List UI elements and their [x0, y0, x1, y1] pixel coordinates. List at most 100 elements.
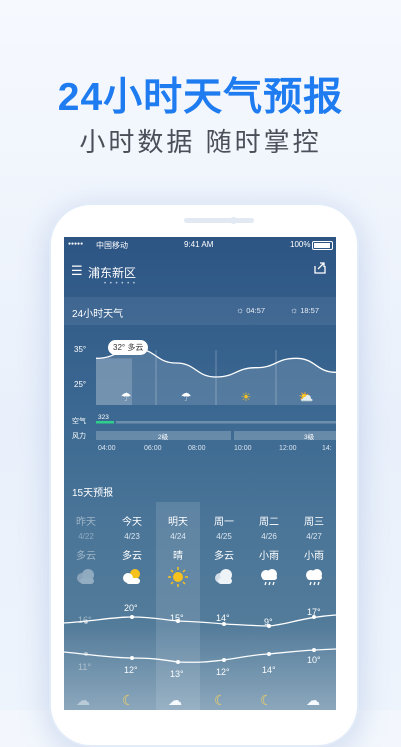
sunrise-icon: ☼: [236, 305, 245, 315]
day-date: 4/27: [306, 532, 322, 541]
hourly-chart-svg: ☂ ☂ ☀ ⛅: [95, 348, 336, 440]
low-temp: 12°: [124, 665, 138, 675]
day-column[interactable]: 今天 4/23 多云: [110, 507, 154, 562]
page-indicator: • • • • • •: [104, 281, 136, 287]
day-date: 4/23: [124, 532, 140, 541]
air-value: 323: [98, 414, 109, 421]
day-date: 4/26: [261, 532, 277, 541]
night-cloudy-icon: ☁: [168, 692, 182, 708]
high-temp: 15°: [170, 613, 184, 623]
carrier-label: 中国移动: [96, 241, 128, 250]
top-nav: ☰ 浦东新区 • • • • • •: [64, 257, 336, 287]
wind-level-2: 3级: [304, 434, 315, 441]
day-column[interactable]: 昨天 4/22 多云: [64, 507, 108, 562]
daily-header: 15天预报: [64, 474, 336, 504]
hourly-header: 24小时天气 ☼ 04:57 ☼ 18:57: [64, 297, 336, 325]
phone-speaker: [184, 218, 254, 223]
day-date: 4/25: [216, 532, 232, 541]
wind-label: 风力: [72, 433, 86, 440]
night-moon-icon: ☾: [214, 692, 227, 708]
time-label: 04:00: [98, 445, 116, 452]
air-quality-bar: [96, 421, 114, 424]
air-label: 空气: [72, 418, 86, 425]
battery-percent: 100%: [290, 240, 311, 249]
city-name[interactable]: 浦东新区: [88, 264, 136, 281]
day-date: 4/24: [170, 532, 186, 541]
share-icon[interactable]: [313, 261, 327, 278]
promo-title: 24小时天气预报: [57, 76, 344, 119]
low-temp-line: [64, 648, 336, 663]
app-screen: ●●●●● 中国移动 9:41 AM 100% ☰ 浦东新区 • • • • •…: [64, 237, 336, 710]
time-label: 06:00: [144, 445, 162, 452]
night-cloudy-icon: ☁: [76, 692, 90, 708]
high-temp: 20°: [124, 603, 138, 613]
current-tooltip-text: 32° 多云: [113, 343, 144, 352]
sunset-info: ☼ 18:57: [290, 305, 319, 315]
night-cloudy-icon: ☁: [306, 692, 320, 708]
day-column[interactable]: 周一 4/25 多云: [202, 507, 246, 562]
current-tooltip: 32° 多云: [108, 340, 149, 355]
daily-temp-curves: [64, 614, 336, 664]
night-moon-icon: ☾: [122, 692, 135, 708]
phone-camera: [230, 217, 237, 224]
sun-icon: [156, 567, 200, 591]
time-label: 10:00: [234, 445, 252, 452]
day-name: 周二: [259, 517, 279, 528]
signal-icon: ●●●●●: [68, 241, 84, 247]
day-weather: 多云: [214, 551, 234, 562]
sunrise-time: 04:57: [246, 306, 266, 315]
promo-subtitle: 小时数据 随时掌控: [79, 127, 322, 157]
rain-icon: [247, 567, 291, 591]
sunrise-info: ☼ 04:57: [236, 305, 265, 315]
hourly-chart[interactable]: ☂ ☂ ☀ ⛅ 35° 25° 空气 323 风力 2级 3级 32° 多云: [64, 325, 336, 465]
y-tick-25: 25°: [74, 380, 87, 389]
day-column[interactable]: 明天 4/24 晴: [156, 507, 200, 562]
y-tick-35: 35°: [74, 345, 87, 354]
battery-icon: [312, 241, 333, 250]
time-label: 14:: [322, 445, 332, 452]
low-temp: 10°: [307, 655, 321, 665]
rain-icon: ☂: [181, 390, 192, 404]
day-date: 4/22: [78, 532, 94, 541]
cloudy-icon: [202, 567, 246, 589]
low-temp: 13°: [170, 669, 184, 679]
low-temp: 11°: [78, 662, 91, 672]
clock: 9:41 AM: [184, 240, 214, 249]
partly-sunny-icon: [110, 567, 154, 589]
wind-bar: [234, 431, 336, 440]
sunset-time: 18:57: [300, 306, 320, 315]
menu-icon[interactable]: ☰: [71, 263, 83, 279]
hourly-title: 24小时天气: [72, 309, 124, 320]
day-name: 周三: [304, 517, 324, 528]
daily-title: 15天预报: [72, 488, 114, 499]
high-temp: 9°: [264, 617, 273, 627]
day-weather: 多云: [122, 551, 142, 562]
high-temp-line: [64, 614, 336, 627]
day-weather: 小雨: [304, 551, 324, 562]
wind-level-1: 2级: [158, 434, 169, 441]
low-temp: 12°: [216, 667, 230, 677]
day-name: 昨天: [76, 517, 96, 528]
day-weather: 多云: [76, 551, 96, 562]
high-temp: 17°: [307, 607, 321, 617]
air-quality-track: [116, 421, 336, 424]
rain-icon: ☂: [121, 390, 132, 404]
time-label: 08:00: [188, 445, 206, 452]
time-label: 12:00: [279, 445, 297, 452]
high-temp: 16°: [78, 615, 92, 625]
low-temp: 14°: [262, 665, 276, 675]
day-name: 周一: [214, 517, 234, 528]
sun-icon: ☀: [241, 390, 252, 404]
rain-icon: [292, 567, 336, 591]
status-bar: ●●●●● 中国移动 9:41 AM 100%: [64, 237, 336, 254]
day-name: 明天: [168, 517, 188, 528]
cloudy-icon: [64, 567, 108, 589]
night-moon-icon: ☾: [260, 692, 273, 708]
partly-sunny-icon: ⛅: [299, 390, 314, 404]
day-column[interactable]: 周三 4/27 小雨: [292, 507, 336, 562]
sunset-icon: ☼: [290, 305, 299, 315]
day-column[interactable]: 周二 4/26 小雨: [247, 507, 291, 562]
day-weather: 晴: [173, 551, 183, 562]
day-name: 今天: [122, 517, 142, 528]
high-temp: 14°: [216, 613, 230, 623]
